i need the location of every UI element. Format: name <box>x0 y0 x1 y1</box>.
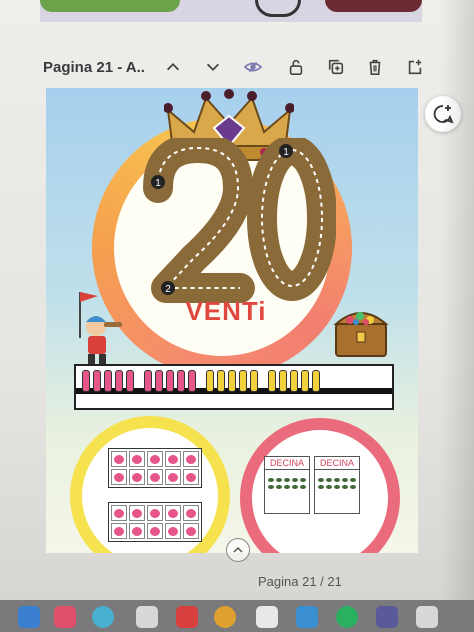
decina-card: DECINA <box>264 456 310 514</box>
previous-page-thumbnail[interactable] <box>40 0 422 22</box>
duplicate-icon[interactable] <box>323 52 349 82</box>
trace-label: 1 <box>283 147 289 158</box>
trash-icon[interactable] <box>362 52 388 82</box>
decina-card: DECINA <box>314 456 360 514</box>
decina-label: DECINA <box>265 457 309 470</box>
taskbar-app-icon[interactable] <box>336 606 358 628</box>
page-toolbar: Pagina 21 - A.. <box>40 52 435 82</box>
design-page[interactable]: 1 1 2 VENTi DECINA DECINA <box>46 88 418 553</box>
page-title[interactable]: Pagina 21 - A.. <box>43 59 145 76</box>
eye-icon[interactable] <box>240 52 266 82</box>
treasure-chest-image <box>333 312 389 357</box>
browser-window: Pagina 21 - A.. 1 1 2 VENTi DECINA DECIN… <box>0 0 474 600</box>
decina-label: DECINA <box>315 457 359 470</box>
scroll-up-button[interactable] <box>226 538 250 562</box>
taskbar-app-icon[interactable] <box>18 606 40 628</box>
lock-icon[interactable] <box>283 52 309 82</box>
taskbar-app-icon[interactable] <box>376 606 398 628</box>
taskbar-app-icon[interactable] <box>136 606 158 628</box>
number-word: VENTi <box>185 296 267 326</box>
screen-edge <box>440 0 474 600</box>
taskbar-app-icon[interactable] <box>176 606 198 628</box>
taskbar-app-icon[interactable] <box>416 606 438 628</box>
add-page-icon[interactable] <box>402 52 428 82</box>
chevron-up-icon[interactable] <box>160 52 186 82</box>
pirate-image <box>79 292 122 366</box>
taskbar-app-icon[interactable] <box>214 606 236 628</box>
taskbar-app-icon[interactable] <box>92 606 114 628</box>
previous-page-decoration <box>40 0 180 12</box>
page-counter: Pagina 21 / 21 <box>258 574 342 589</box>
units-circle <box>70 416 230 553</box>
tally-rods-strip <box>74 364 394 410</box>
previous-page-decoration <box>325 0 422 12</box>
number-20-tracing: 1 1 2 <box>143 138 336 303</box>
ten-frame <box>108 448 202 488</box>
taskbar-app-icon[interactable] <box>54 606 76 628</box>
trace-label: 2 <box>165 284 171 295</box>
taskbar-app-icon[interactable] <box>256 606 278 628</box>
ten-frame <box>108 502 202 542</box>
previous-page-decoration <box>255 0 301 17</box>
chevron-down-icon[interactable] <box>200 52 226 82</box>
trace-label: 1 <box>155 178 161 189</box>
chevron-up-icon <box>233 546 243 553</box>
taskbar-app-icon[interactable] <box>296 606 318 628</box>
tens-circle: DECINA DECINA <box>240 418 400 553</box>
